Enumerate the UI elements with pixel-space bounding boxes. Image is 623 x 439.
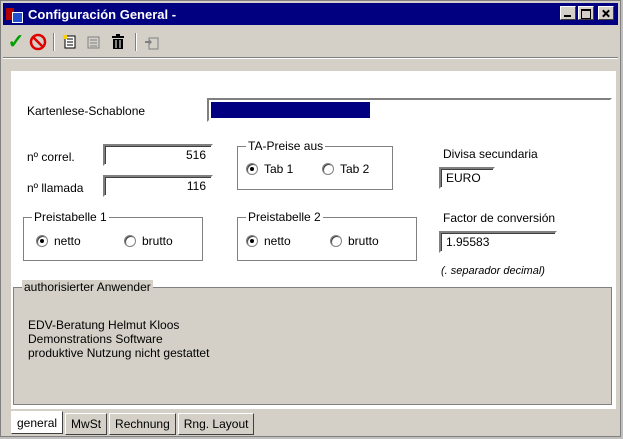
template-label: Kartenlese-Schablone [27, 104, 146, 118]
tab-rng-layout[interactable]: Rng. Layout [177, 413, 255, 435]
tab-mwst[interactable]: MwSt [65, 413, 108, 435]
app-icon [6, 6, 23, 23]
pt1-brutto-label: brutto [142, 234, 173, 248]
minimize-button[interactable] [560, 6, 576, 20]
pt2-brutto-label: brutto [348, 234, 379, 248]
copy-record-button[interactable] [141, 31, 163, 53]
authorized-user-box: authorisierter Anwender EDV-Beratung Hel… [13, 280, 612, 405]
authorized-line: Demonstrations Software [28, 332, 163, 346]
new-record-button[interactable] [59, 31, 81, 53]
maximize-button[interactable] [578, 6, 594, 20]
title-bar[interactable]: Configuración General - [3, 3, 618, 25]
toolbar: ✓ [3, 27, 618, 58]
ta-tab2-label: Tab 2 [340, 162, 370, 176]
general-panel: Kartenlese-Schablone nº correl. 516 nº l… [11, 71, 616, 409]
edit-record-button[interactable] [83, 31, 105, 53]
pt2-brutto-radio[interactable]: brutto [330, 234, 379, 248]
radio-selected-icon [36, 235, 48, 247]
divisa-field[interactable]: EURO [439, 167, 495, 189]
tab-strip: general MwSt Rechnung Rng. Layout [11, 411, 256, 435]
pt2-netto-radio[interactable]: netto [246, 234, 291, 248]
tab-general[interactable]: general [11, 411, 64, 434]
preistabelle1-group: Preistabelle 1 netto brutto [23, 210, 203, 261]
pt1-netto-label: netto [54, 234, 81, 248]
new-record-icon [63, 35, 76, 49]
preistabelle2-legend: Preistabelle 2 [246, 210, 323, 224]
delete-button[interactable] [107, 31, 129, 53]
separator-hint: (. separador decimal) [441, 265, 545, 277]
window-title: Configuración General - [28, 6, 177, 22]
divisa-label: Divisa secundaria [443, 147, 538, 161]
checkmark-icon: ✓ [7, 31, 25, 53]
preistabelle1-legend: Preistabelle 1 [32, 210, 109, 224]
config-window: Configuración General - ✓ Kartenlese-Sch… [0, 0, 621, 437]
ta-tab1-label: Tab 1 [264, 162, 294, 176]
ta-tab1-radio[interactable]: Tab 1 [246, 162, 293, 176]
ta-tab2-radio[interactable]: Tab 2 [322, 162, 369, 176]
accept-button[interactable]: ✓ [5, 31, 27, 53]
pt1-brutto-radio[interactable]: brutto [124, 234, 173, 248]
radio-selected-icon [246, 163, 258, 175]
radio-empty-icon [124, 235, 136, 247]
authorized-legend: authorisierter Anwender [22, 280, 153, 294]
authorized-line: EDV-Beratung Helmut Kloos [28, 318, 180, 332]
tab-rechnung[interactable]: Rechnung [109, 413, 176, 435]
cancel-button[interactable] [27, 31, 49, 53]
pt2-netto-label: netto [264, 234, 291, 248]
radio-empty-icon [330, 235, 342, 247]
llamada-label: nº llamada [27, 181, 84, 195]
ta-preise-group: TA-Preise aus Tab 1 Tab 2 [237, 139, 393, 190]
trash-icon [112, 34, 124, 49]
correl-field[interactable]: 516 [103, 144, 213, 166]
no-entry-icon [29, 33, 47, 51]
llamada-field[interactable]: 116 [103, 175, 213, 197]
authorized-line: produktive Nutzung nicht gestattet [28, 346, 210, 360]
copy-record-icon [145, 37, 159, 50]
correl-label: nº correl. [27, 150, 75, 164]
close-button[interactable] [598, 6, 614, 20]
pt1-netto-radio[interactable]: netto [36, 234, 81, 248]
factor-field[interactable]: 1.95583 [439, 231, 557, 253]
radio-selected-icon [246, 235, 258, 247]
template-progress-bar [207, 98, 612, 122]
radio-empty-icon [322, 163, 334, 175]
ta-preise-legend: TA-Preise aus [246, 139, 326, 153]
factor-label: Factor de conversión [443, 211, 556, 225]
preistabelle2-group: Preistabelle 2 netto brutto [237, 210, 417, 261]
progress-fill [211, 102, 370, 118]
edit-record-icon [87, 36, 100, 49]
